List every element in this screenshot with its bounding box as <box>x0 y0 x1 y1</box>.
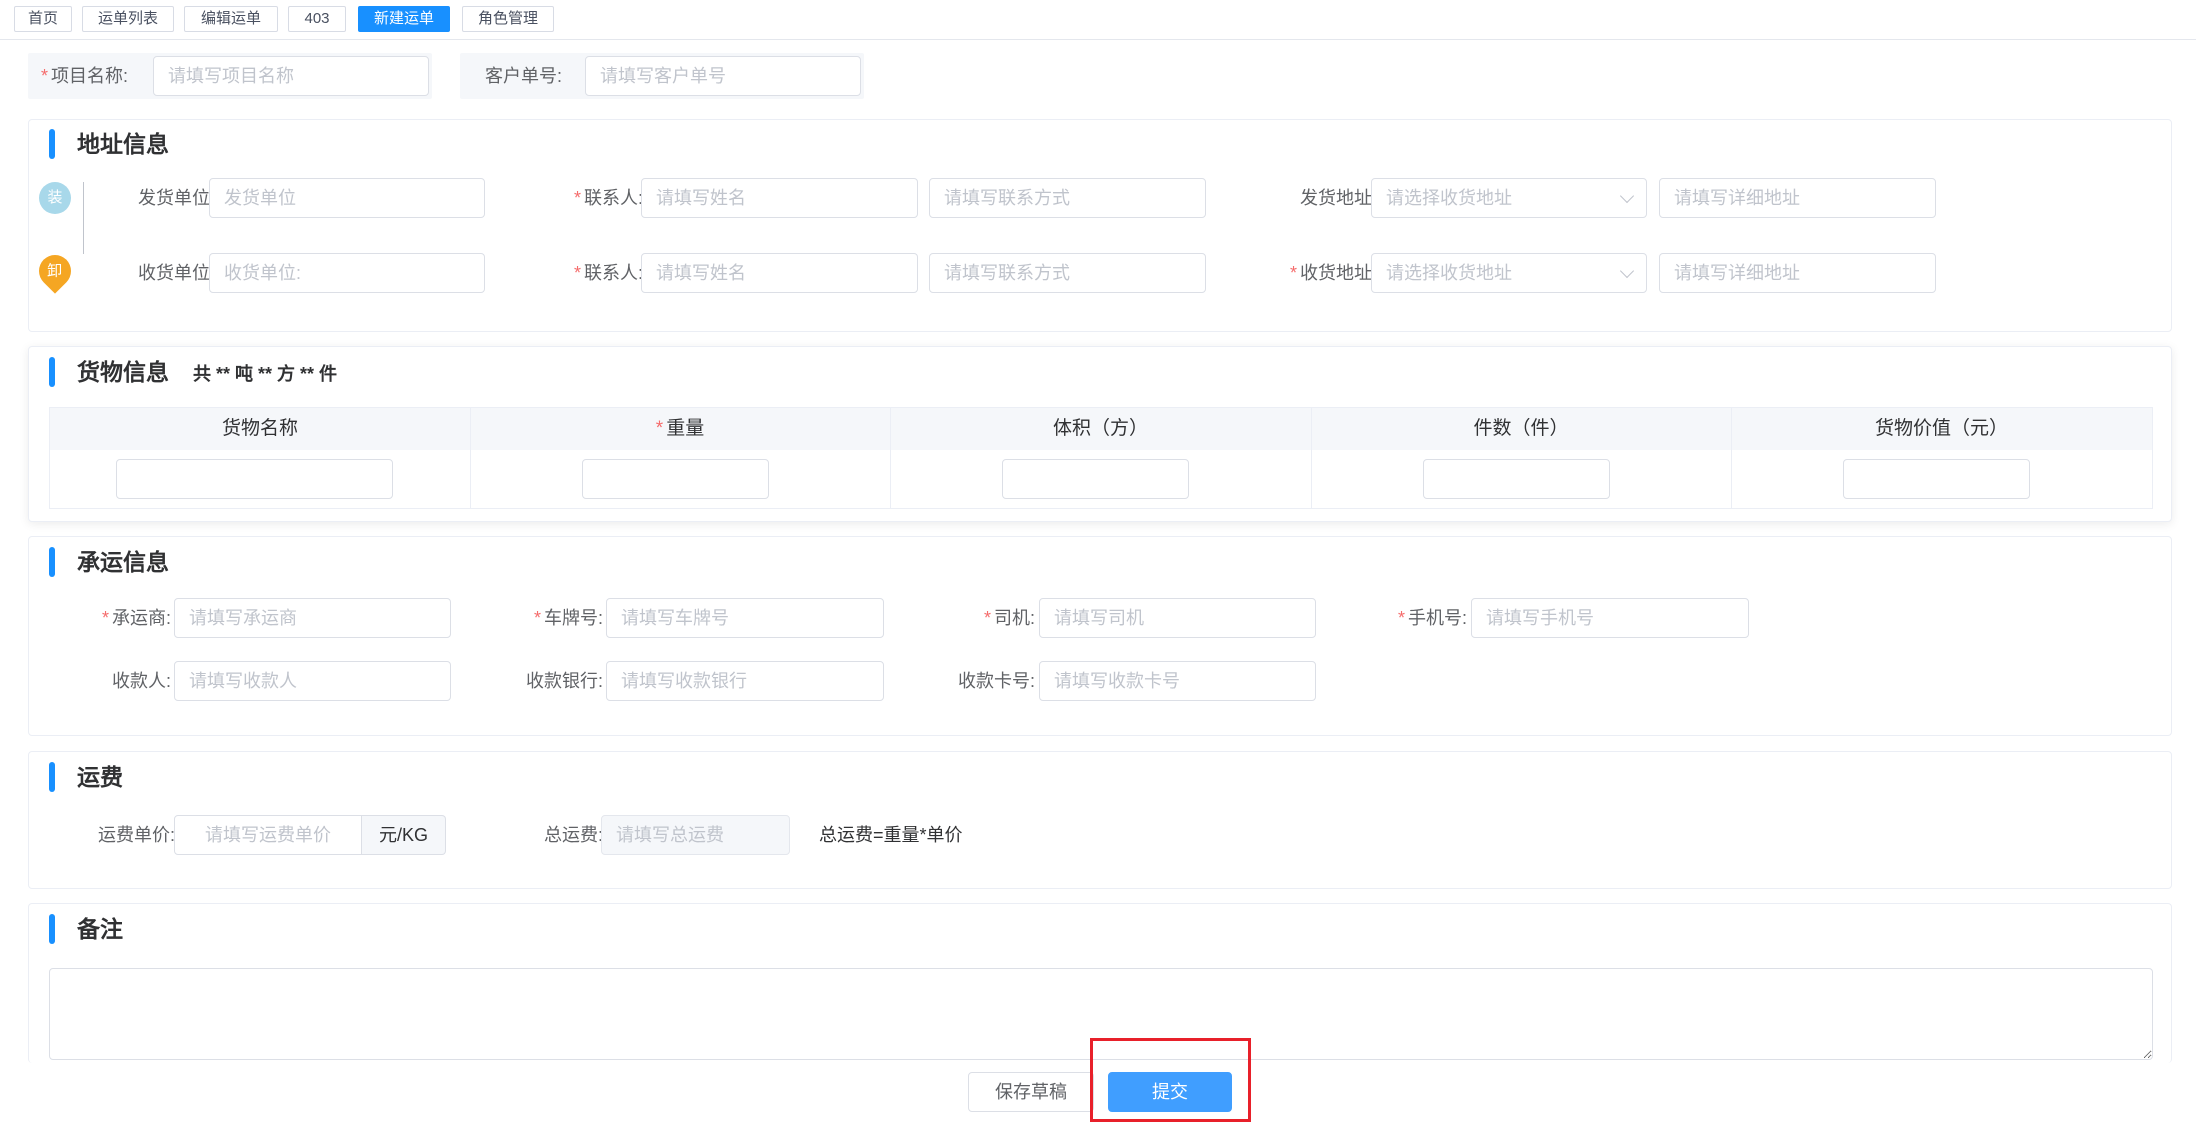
consignee-unit-input[interactable]: 收货单位: <box>209 253 485 293</box>
driver-input[interactable]: 请填写司机 <box>1039 598 1316 638</box>
consignee-address-select[interactable]: 请选择收货地址 <box>1371 253 1647 293</box>
freight-section: 运费 运费单价: 请填写运费单价 元/KG 总运费: 请填写总运费 总运费=重量… <box>28 751 2172 889</box>
unit-price-label: 运费单价: <box>97 825 175 845</box>
unload-icon: 卸 <box>32 248 78 294</box>
tab-waybill-list[interactable]: 运单列表 <box>82 6 174 32</box>
plate-number-input[interactable]: 请填写车牌号 <box>606 598 884 638</box>
goods-name-input[interactable] <box>116 459 393 499</box>
shipper-contact-name-input[interactable]: 请填写姓名 <box>641 178 918 218</box>
route-line <box>83 182 84 254</box>
goods-value-input[interactable] <box>1843 459 2030 499</box>
col-pieces: 件数（件） <box>1473 418 1569 439</box>
address-section: 地址信息 装 卸 发货单位: 发货单位 * 联系人: 请填写姓名 请填写联系方式 … <box>28 119 2172 332</box>
freight-section-title: 运费 <box>77 764 123 790</box>
project-name-label: * 项目名称: <box>40 66 128 86</box>
consignee-contact-phone-input[interactable]: 请填写联系方式 <box>929 253 1206 293</box>
remark-section-title: 备注 <box>77 916 123 942</box>
goods-table: 货物名称 * 重量 体积（方） 件数（件） 货物价值（元） <box>49 407 2153 509</box>
address-section-title: 地址信息 <box>77 131 169 157</box>
payee-bank-label: 收款银行: <box>525 671 603 691</box>
shipper-unit-input[interactable]: 发货单位 <box>209 178 485 218</box>
col-weight: * 重量 <box>655 418 705 439</box>
chevron-down-icon <box>1619 263 1635 279</box>
total-freight-input[interactable]: 请填写总运费 <box>601 815 790 855</box>
shipper-address-select[interactable]: 请选择收货地址 <box>1371 178 1647 218</box>
card-number-label: 收款卡号: <box>957 671 1035 691</box>
driver-label: * 司机: <box>983 608 1035 628</box>
col-goods-name: 货物名称 <box>221 418 298 439</box>
volume-input[interactable] <box>1002 459 1189 499</box>
goods-section-title: 货物信息共 ** 吨 ** 方 ** 件 <box>77 359 338 385</box>
consignee-contact-label: * 联系人: <box>573 263 643 283</box>
phone-input[interactable]: 请填写手机号 <box>1471 598 1749 638</box>
column-divider <box>1311 408 1312 508</box>
freight-formula: 总运费=重量*单价 <box>819 825 963 845</box>
highlight-box <box>1090 1038 1251 1122</box>
goods-summary: 共 ** 吨 ** 方 ** 件 <box>193 364 338 384</box>
plate-number-label: * 车牌号: <box>533 608 603 628</box>
carrier-section-title: 承运信息 <box>77 549 169 575</box>
consignee-address-detail-input[interactable]: 请填写详细地址 <box>1659 253 1936 293</box>
load-icon: 装 <box>39 182 71 214</box>
total-freight-label: 总运费: <box>543 825 603 845</box>
customer-number-input[interactable]: 请填写客户单号 <box>585 56 861 96</box>
section-accent-bar <box>49 129 55 159</box>
col-goods-value: 货物价值（元） <box>1874 418 2008 439</box>
consignee-address-label: * 收货地址: <box>1289 263 1377 283</box>
customer-number-label: 客户单号: <box>484 66 562 86</box>
tab-403[interactable]: 403 <box>288 6 346 32</box>
tab-home[interactable]: 首页 <box>14 6 72 32</box>
phone-label: * 手机号: <box>1397 608 1467 628</box>
weight-input[interactable] <box>582 459 769 499</box>
unit-price-input[interactable]: 请填写运费单价 <box>174 815 362 855</box>
shipper-address-detail-input[interactable]: 请填写详细地址 <box>1659 178 1936 218</box>
tab-new-waybill[interactable]: 新建运单 <box>358 6 450 32</box>
payee-label: 收款人: <box>111 671 171 691</box>
tab-role-management[interactable]: 角色管理 <box>462 6 554 32</box>
shipper-address-label: 发货地址: <box>1299 188 1377 208</box>
col-volume: 体积（方） <box>1052 418 1148 439</box>
consignee-contact-name-input[interactable]: 请填写姓名 <box>641 253 918 293</box>
section-accent-bar <box>49 357 55 387</box>
tab-edit-waybill[interactable]: 编辑运单 <box>184 6 278 32</box>
column-divider <box>470 408 471 508</box>
carrier-label: * 承运商: <box>101 608 171 628</box>
section-accent-bar <box>49 547 55 577</box>
save-draft-button[interactable]: 保存草稿 <box>968 1072 1094 1112</box>
section-accent-bar <box>49 762 55 792</box>
payee-input[interactable]: 请填写收款人 <box>174 661 451 701</box>
section-accent-bar <box>49 914 55 944</box>
payee-bank-input[interactable]: 请填写收款银行 <box>606 661 884 701</box>
shipper-unit-label: 发货单位: <box>137 188 215 208</box>
carrier-section: 承运信息 * 承运商: 请填写承运商 * 车牌号: 请填写车牌号 * 司机: 请填写司… <box>28 536 2172 736</box>
chevron-down-icon <box>1619 188 1635 204</box>
tags-view-bar: 首页 运单列表 编辑运单 403 新建运单 角色管理 <box>0 0 2196 40</box>
pieces-input[interactable] <box>1423 459 1610 499</box>
column-divider <box>1731 408 1732 508</box>
project-name-input[interactable]: 请填写项目名称 <box>153 56 429 96</box>
goods-section: 货物信息共 ** 吨 ** 方 ** 件 货物名称 * 重量 体积（方） 件数（件… <box>28 346 2172 522</box>
shipper-contact-label: * 联系人: <box>573 188 643 208</box>
column-divider <box>890 408 891 508</box>
shipper-contact-phone-input[interactable]: 请填写联系方式 <box>929 178 1206 218</box>
consignee-unit-label: 收货单位: <box>137 263 215 283</box>
unit-price-suffix: 元/KG <box>362 815 446 855</box>
card-number-input[interactable]: 请填写收款卡号 <box>1039 661 1316 701</box>
carrier-input[interactable]: 请填写承运商 <box>174 598 451 638</box>
